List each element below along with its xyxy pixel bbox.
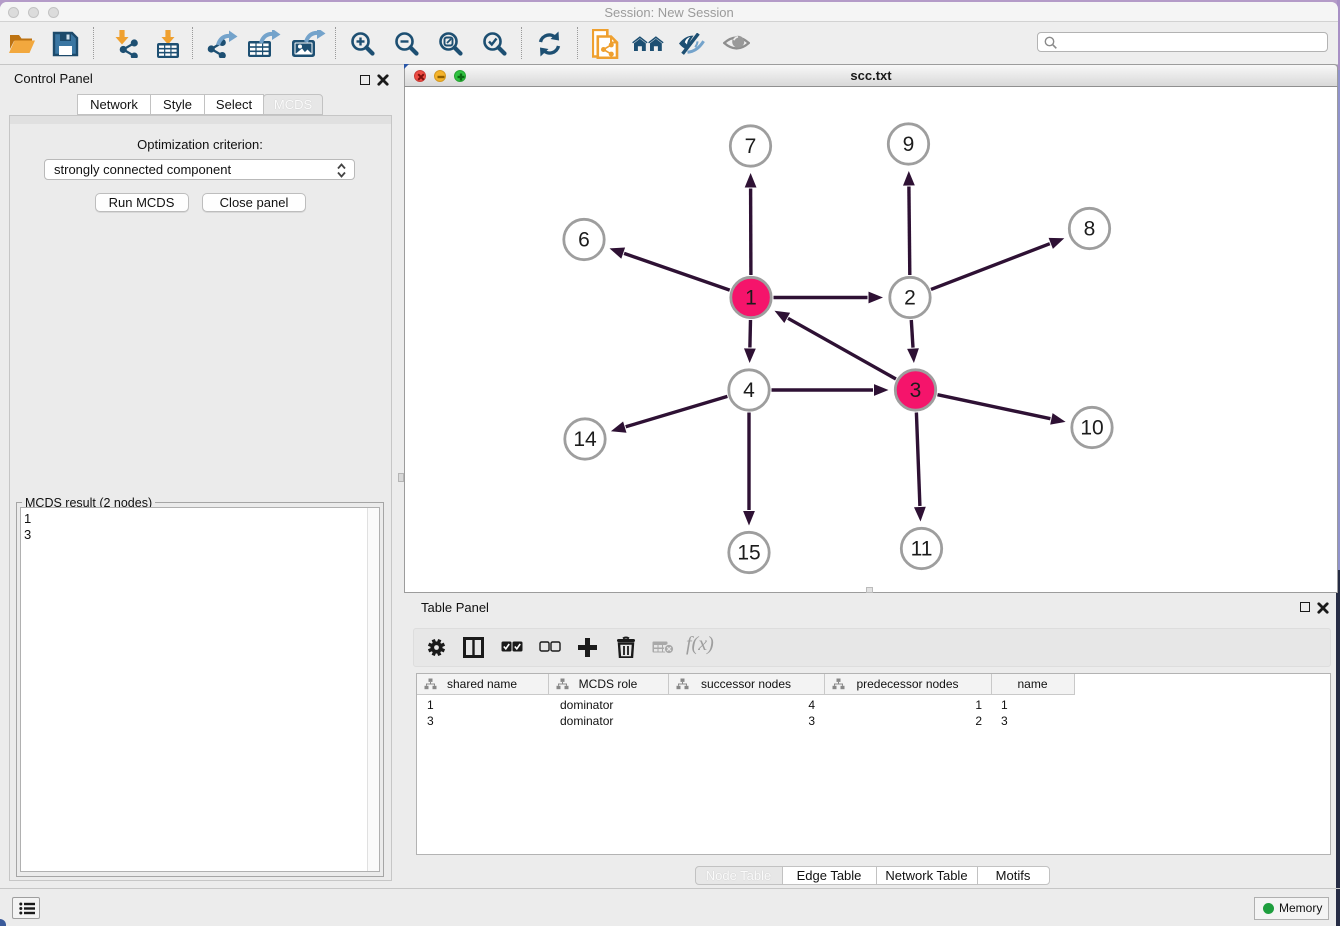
svg-text:1: 1	[745, 287, 757, 310]
svg-text:3: 3	[910, 379, 922, 402]
svg-text:14: 14	[573, 428, 597, 451]
svg-text:8: 8	[1084, 218, 1096, 241]
svg-text:6: 6	[578, 229, 590, 252]
svg-text:2: 2	[904, 287, 916, 310]
svg-text:15: 15	[737, 542, 760, 565]
svg-text:4: 4	[743, 379, 755, 402]
svg-text:9: 9	[903, 133, 915, 156]
svg-text:7: 7	[745, 135, 757, 158]
svg-text:10: 10	[1080, 417, 1103, 440]
svg-text:11: 11	[911, 538, 933, 561]
